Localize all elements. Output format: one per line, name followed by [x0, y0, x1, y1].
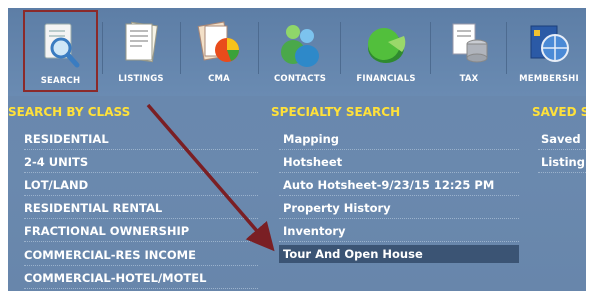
- annotation-arrow: [146, 103, 275, 252]
- navigation-panel: SEARCH LISTINGS CMA CONTACTS FINANCIALS …: [8, 8, 586, 291]
